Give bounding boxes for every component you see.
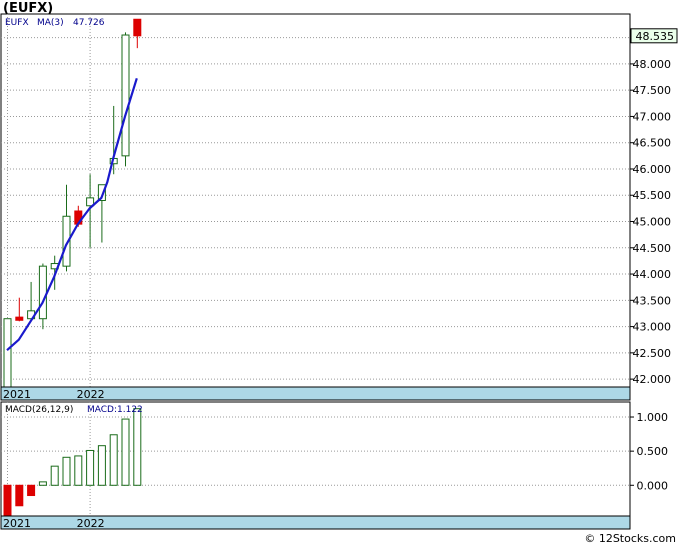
y-tick-label: 45.500 [633, 189, 672, 202]
y-tick-label: 42.500 [633, 347, 672, 360]
stock-chart: 42.000 42.500 43.000 43.500 44.000 44.500 45.0… [0, 13, 678, 530]
macd-bar [109, 434, 118, 486]
legend-ma-label: MA(3) [37, 18, 64, 28]
macd-plot-frame [0, 401, 631, 517]
macd-bar [62, 456, 71, 486]
candle-body [121, 34, 130, 157]
site-credit: © 12Stocks.com [584, 532, 676, 545]
y-tick-label: 46.000 [633, 163, 672, 176]
macd-bar [133, 408, 142, 486]
candle-body [15, 316, 24, 321]
candle-body [3, 318, 12, 393]
y-tick-label: 47.500 [633, 84, 672, 97]
macd-x-axis-label: 2021 [3, 517, 31, 530]
macd-y-tick-label: 0.500 [637, 445, 669, 458]
macd-bar [86, 449, 95, 486]
y-tick-label: 42.000 [633, 373, 672, 386]
y-tick-label: 44.000 [633, 268, 672, 281]
macd-legend-name: MACD(26,12,9) [5, 405, 73, 415]
legend-symbol: EUFX [5, 18, 29, 28]
macd-bar [50, 465, 59, 486]
legend-ma-value: 47.726 [73, 18, 105, 28]
x-axis-label: 2022 [77, 388, 105, 401]
candle-body [133, 18, 142, 37]
macd-y-tick-label: 0.000 [637, 479, 669, 492]
y-tick-label: 47.000 [633, 110, 672, 123]
macd-bar [97, 445, 106, 486]
price-plot-frame [0, 13, 631, 388]
macd-bar [38, 481, 47, 486]
macd-y-tick-label: 1.000 [637, 411, 669, 424]
macd-legend-value: MACD:1.122 [87, 405, 143, 415]
macd-bar [15, 484, 24, 507]
macd-x-axis-label: 2022 [77, 517, 105, 530]
macd-bar [27, 484, 36, 497]
y-tick-label: 48.000 [633, 58, 672, 71]
candle-body [38, 265, 47, 320]
last-price-label: 48.535 [636, 30, 675, 43]
x-axis-label: 2021 [3, 388, 31, 401]
y-tick-label: 45.000 [633, 216, 672, 229]
y-tick-label: 46.500 [633, 137, 672, 150]
price-panel: 42.000 42.500 43.000 43.500 44.000 44.500 45.0… [0, 13, 678, 401]
macd-bar [3, 484, 12, 517]
macd-panel: 0.000 0.500 1.000 MACD(26,12,9) MACD:1.122 20… [0, 401, 669, 530]
y-tick-label: 43.500 [633, 294, 672, 307]
macd-bar [74, 455, 83, 486]
y-tick-label: 44.500 [633, 242, 672, 255]
macd-bar [121, 418, 130, 486]
y-tick-label: 43.000 [633, 321, 672, 334]
